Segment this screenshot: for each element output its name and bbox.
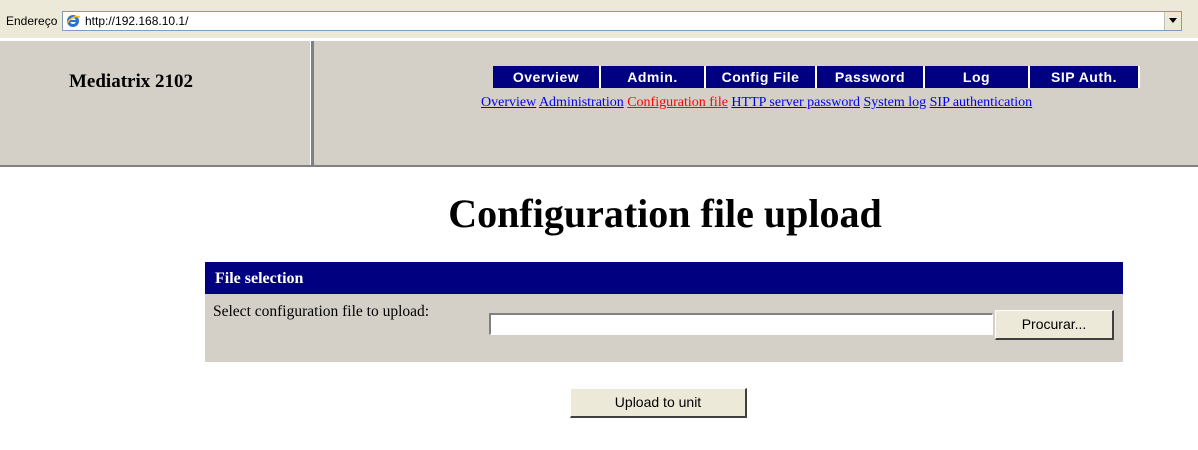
nav-button-password[interactable]: Password: [817, 66, 925, 88]
nav-link-administration[interactable]: Administration: [539, 95, 624, 110]
file-path-input[interactable]: [489, 313, 993, 335]
browse-button[interactable]: Procurar...: [995, 310, 1114, 340]
nav-link-http-server-password[interactable]: HTTP server password: [731, 95, 860, 110]
logo-cell: Mediatrix 2102: [0, 41, 314, 165]
file-selection-panel: File selection Select configuration file…: [205, 262, 1123, 362]
address-field[interactable]: http://192.168.10.1/: [62, 11, 1182, 31]
upload-to-unit-button[interactable]: Upload to unit: [570, 388, 747, 418]
nav-links: Overview Administration Configuration fi…: [481, 95, 1032, 111]
product-name: Mediatrix 2102: [69, 71, 194, 92]
header-frame: Mediatrix 2102 Overview Admin. Config Fi…: [0, 41, 1198, 167]
nav-button-admin[interactable]: Admin.: [601, 66, 706, 88]
nav-link-overview[interactable]: Overview: [481, 95, 536, 110]
page-title: Configuration file upload: [448, 191, 882, 236]
address-url: http://192.168.10.1/: [85, 14, 189, 28]
nav-button-sip-auth[interactable]: SIP Auth.: [1030, 66, 1140, 88]
chevron-down-icon[interactable]: [1164, 12, 1181, 30]
nav-link-configuration-file[interactable]: Configuration file: [627, 95, 728, 110]
nav-button-overview[interactable]: Overview: [493, 66, 601, 88]
address-bar: Endereço http://192.168.10.1/: [0, 0, 1198, 38]
nav-link-system-log[interactable]: System log: [864, 95, 927, 110]
ie-icon: [65, 13, 81, 29]
file-selection-row: Select configuration file to upload: Pro…: [205, 294, 1123, 362]
nav-button-log[interactable]: Log: [925, 66, 1030, 88]
select-file-label: Select configuration file to upload:: [213, 303, 430, 320]
nav-button-config-file[interactable]: Config File: [706, 66, 817, 88]
address-label: Endereço: [6, 14, 58, 28]
nav-link-sip-authentication[interactable]: SIP authentication: [930, 95, 1033, 110]
file-selection-header: File selection: [205, 262, 1123, 294]
